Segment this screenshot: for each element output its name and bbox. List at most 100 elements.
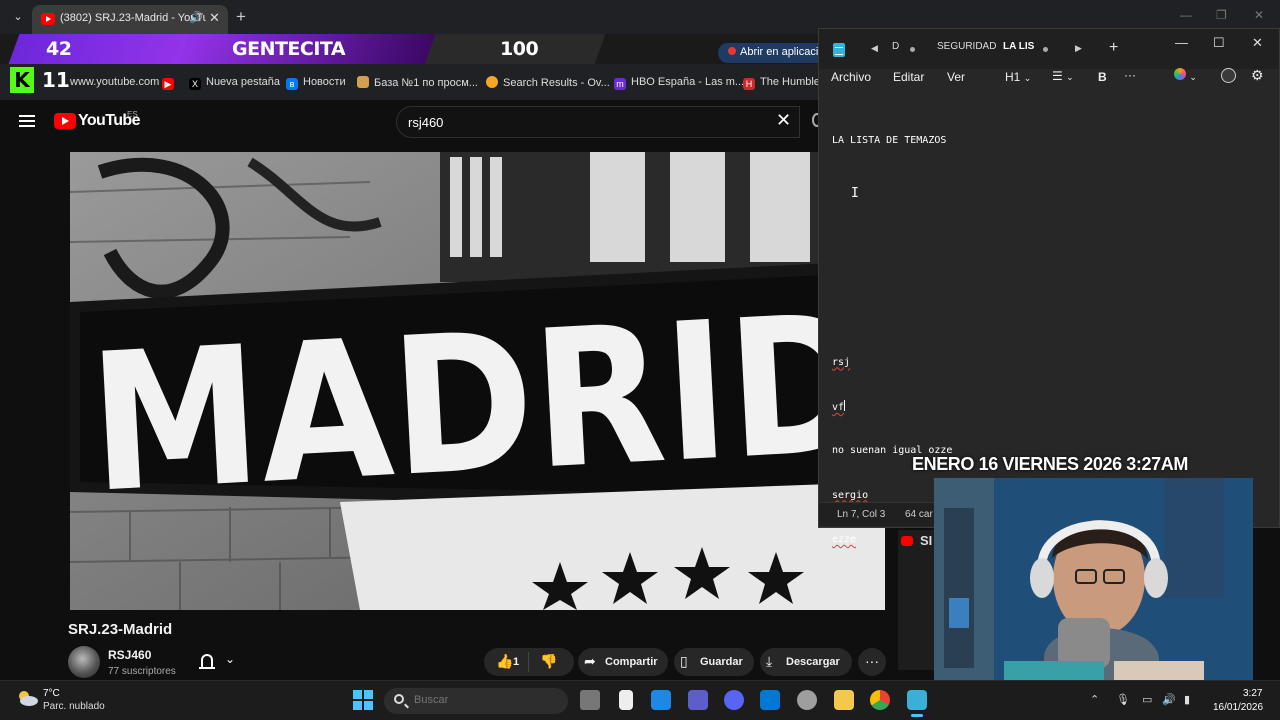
youtube-icon: ▶ <box>162 78 174 90</box>
task-view-icon[interactable] <box>580 690 600 710</box>
hbo-icon: m <box>614 78 626 90</box>
bookmark-icon: ▯ <box>680 653 688 669</box>
teams-icon[interactable] <box>688 690 708 710</box>
youtube-logo-icon[interactable] <box>54 113 76 129</box>
bookmark-search-results[interactable]: Search Results - Ov... <box>486 76 610 89</box>
search-input[interactable] <box>408 112 768 132</box>
notepad-app-icon <box>833 43 845 57</box>
channel-name[interactable]: RSJ460 <box>108 648 151 662</box>
new-tab-button[interactable]: + <box>1109 39 1118 57</box>
new-tab-button[interactable]: + <box>236 7 246 27</box>
notepad-taskbar-icon[interactable] <box>907 690 927 710</box>
download-button[interactable]: ⤓ Descargar <box>760 648 852 676</box>
windows-start-icon[interactable] <box>353 690 373 710</box>
clock-date[interactable]: 16/01/2026 <box>1213 702 1263 713</box>
kick-count: 11 <box>42 68 70 92</box>
settings-icon[interactable] <box>797 690 817 710</box>
save-label: Guardar <box>700 656 743 668</box>
close-window-icon[interactable]: ✕ <box>1254 8 1264 22</box>
volume-icon[interactable]: 🔊 <box>1162 693 1176 706</box>
overlay-count-right: 100 <box>500 38 539 60</box>
store-icon[interactable] <box>760 690 780 710</box>
bookmark-youtube-site[interactable]: www.youtube.com <box>70 76 159 88</box>
clock-time[interactable]: 3:27 <box>1243 688 1262 699</box>
discord-icon[interactable] <box>724 690 744 710</box>
weather-cloud-icon[interactable] <box>16 689 38 707</box>
microphone-icon[interactable]: 🎙 <box>1116 693 1130 706</box>
file-icon[interactable] <box>619 690 633 710</box>
like-count[interactable]: 1 <box>513 656 519 668</box>
webcam-image <box>934 478 1253 681</box>
heading-dropdown[interactable]: H1 ⌄ <box>1005 70 1031 84</box>
text-caret <box>844 399 846 411</box>
taskbar-search-input[interactable] <box>414 694 554 706</box>
notepad-tab-d[interactable]: D <box>892 41 899 52</box>
humble-icon: H <box>743 78 755 90</box>
tray-chevron-up-icon[interactable]: ⌃ <box>1090 693 1099 706</box>
menu-ver[interactable]: Ver <box>947 70 965 84</box>
notepad-menubar <box>819 69 1279 105</box>
tab-scroll-right-icon[interactable]: ▶ <box>1075 43 1082 54</box>
tab-scroll-left-icon[interactable]: ◀ <box>871 43 878 54</box>
text-line: rsj <box>832 356 851 368</box>
text-line: vf <box>832 401 845 413</box>
bookmark-label: База №1 по просм... <box>374 77 478 89</box>
channel-avatar[interactable] <box>68 646 100 678</box>
overlay-count-left: 42 <box>46 38 72 60</box>
notepad-tab-active[interactable]: LA LIS <box>1003 41 1034 52</box>
bookmark-label: Search Results - Ov... <box>503 77 610 89</box>
text-line-cursor: vf <box>832 399 1272 415</box>
minimize-icon[interactable]: — <box>1175 35 1188 50</box>
tab-search-chevron-icon[interactable]: ⌄ <box>8 8 28 26</box>
battery-icon[interactable]: ▮ <box>1184 693 1190 706</box>
save-button[interactable]: ▯ Guardar <box>674 648 754 676</box>
bold-button[interactable]: B <box>1098 70 1107 84</box>
copilot-icon[interactable]: ⌄ <box>1174 68 1197 83</box>
x-icon: X <box>189 78 201 90</box>
menu-archivo[interactable]: Archivo <box>831 70 871 84</box>
chevron-down-icon: ⌄ <box>1023 73 1032 83</box>
notifications-button[interactable]: ⌄ <box>187 646 249 678</box>
clear-search-icon[interactable]: ✕ <box>776 110 791 131</box>
video-title: SRJ.23-Madrid <box>68 621 173 638</box>
bookmark-baza[interactable]: База №1 по просм... <box>357 76 478 89</box>
maximize-icon[interactable]: ❐ <box>1216 8 1227 22</box>
speaker-icon[interactable]: 🔊 <box>189 11 203 24</box>
dislike-icon[interactable]: 👎 <box>540 653 557 670</box>
browser-tab-youtube[interactable]: (3802) SRJ.23-Madrid - YouTube 🔊 ✕ <box>32 5 228 34</box>
folder-icon[interactable] <box>834 690 854 710</box>
bookmark-nueva-pestana[interactable]: X Nueva pestaña <box>189 76 280 90</box>
text-line <box>832 178 1272 193</box>
download-label: Descargar <box>786 656 840 668</box>
taskbar <box>0 680 1280 720</box>
network-icon[interactable]: ▭ <box>1142 693 1152 706</box>
weather-description[interactable]: Parc. nublado <box>43 701 105 712</box>
hamburger-menu-icon[interactable] <box>19 115 35 127</box>
chrome-icon[interactable] <box>870 690 890 710</box>
notepad-titlebar: ◀ D SEGURIDAD LA LIS ▶ + — ☐ ✕ <box>819 29 1279 69</box>
bookmark-hbo[interactable]: m HBO España - Las m... <box>614 76 744 90</box>
bookmark-label: www.youtube.com <box>70 76 160 88</box>
more-tools-button[interactable]: ··· <box>1124 68 1136 82</box>
settings-gear-icon[interactable]: ⚙ <box>1251 67 1264 84</box>
menu-editar[interactable]: Editar <box>893 70 924 84</box>
maximize-icon[interactable]: ☐ <box>1213 35 1225 51</box>
share-button[interactable]: ➦ Compartir <box>578 648 668 676</box>
video-player[interactable]: MADRID <box>70 152 885 610</box>
bookmark-novosti[interactable]: в Новости <box>286 76 346 90</box>
tab-close-icon[interactable]: ✕ <box>209 10 220 26</box>
more-actions-button[interactable]: ··· <box>858 648 886 676</box>
open-in-app-button[interactable]: Abrir en aplicación <box>718 43 828 63</box>
overlay-purple-band <box>8 34 440 64</box>
minimize-icon[interactable]: — <box>1180 8 1192 22</box>
tab-title: (3802) SRJ.23-Madrid - YouTube <box>60 12 206 24</box>
account-icon[interactable] <box>1221 68 1236 86</box>
screen: ⌄ (3802) SRJ.23-Madrid - YouTube 🔊 ✕ + —… <box>0 0 1280 720</box>
list-dropdown[interactable]: ☰ ⌄ <box>1052 69 1074 83</box>
close-icon[interactable]: ✕ <box>1252 35 1263 51</box>
weather-temperature[interactable]: 7°C <box>43 688 60 699</box>
mail-icon[interactable] <box>651 690 671 710</box>
like-icon[interactable]: 👍 <box>496 653 513 670</box>
bookmark-youtube-icon[interactable]: ▶ <box>162 76 179 90</box>
notepad-tab-seguridad[interactable]: SEGURIDAD <box>937 41 996 52</box>
